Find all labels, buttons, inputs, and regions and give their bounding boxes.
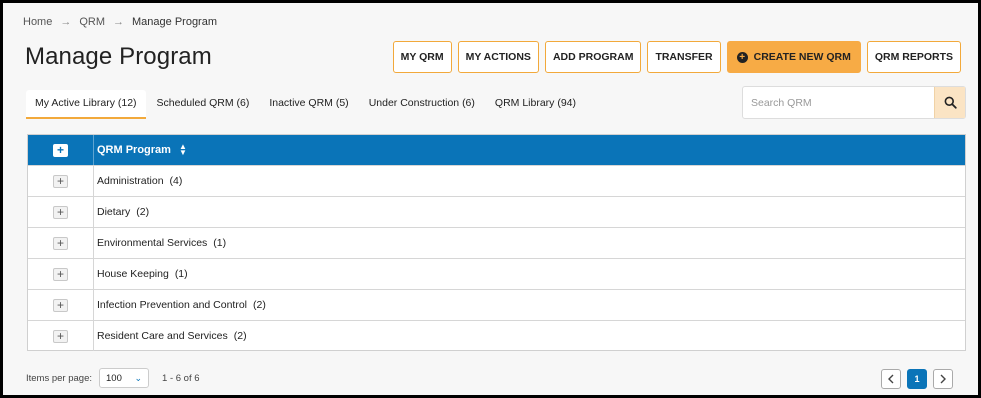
pagination-controls: 1 <box>881 369 953 389</box>
next-page-button[interactable] <box>933 369 953 389</box>
program-name: Administration <box>97 175 164 187</box>
action-toolbar: MY QRM MY ACTIONS ADD PROGRAM TRANSFER +… <box>392 41 961 73</box>
qrm-program-table: + QRM Program ▲ ▼ + Administration (4) + … <box>27 134 966 351</box>
items-per-page-value: 100 <box>106 372 122 384</box>
table-header: + QRM Program ▲ ▼ <box>28 135 965 165</box>
expand-all-button[interactable]: + <box>53 143 68 157</box>
program-name: Resident Care and Services <box>97 330 228 342</box>
create-new-qrm-label: CREATE NEW QRM <box>753 51 851 63</box>
plus-circle-icon: + <box>736 51 748 63</box>
program-name: Environmental Services <box>97 237 208 249</box>
expand-row-button[interactable]: + <box>53 236 68 250</box>
breadcrumb-home[interactable]: Home <box>23 16 52 28</box>
tab-my-active-library[interactable]: My Active Library (12) <box>26 90 146 119</box>
my-actions-button[interactable]: MY ACTIONS <box>457 41 539 73</box>
expand-row-button[interactable]: + <box>53 205 68 219</box>
column-header-label: QRM Program <box>97 144 171 156</box>
search-input[interactable] <box>743 87 934 118</box>
app-frame: Home → QRM → Manage Program Manage Progr… <box>0 0 981 398</box>
program-name: Dietary <box>97 206 131 218</box>
program-name: House Keeping <box>97 268 169 280</box>
expand-row-button[interactable]: + <box>53 267 68 281</box>
tab-scheduled-qrm[interactable]: Scheduled QRM (6) <box>148 90 259 119</box>
table-row: + Resident Care and Services (2) <box>28 320 965 351</box>
program-count: (2) <box>253 299 266 311</box>
tab-inactive-qrm[interactable]: Inactive QRM (5) <box>260 90 357 119</box>
my-qrm-button[interactable]: MY QRM <box>392 41 452 73</box>
table-row: + Infection Prevention and Control (2) <box>28 289 965 320</box>
pagination-info: Items per page: 100 ⌄ 1 - 6 of 6 <box>26 368 200 388</box>
items-per-page-label: Items per page: <box>26 372 93 384</box>
expand-row-button[interactable]: + <box>53 174 68 188</box>
table-row: + Dietary (2) <box>28 196 965 227</box>
chevron-down-icon: ⌄ <box>134 372 143 383</box>
qrm-program-column-header[interactable]: QRM Program ▲ ▼ <box>94 143 187 157</box>
program-count: (2) <box>136 206 150 218</box>
table-row: + Administration (4) <box>28 165 965 196</box>
program-count: (4) <box>169 175 183 187</box>
page-title: Manage Program <box>25 43 212 70</box>
library-tabs: My Active Library (12) Scheduled QRM (6)… <box>26 90 585 119</box>
program-name: Infection Prevention and Control <box>97 299 248 311</box>
previous-page-button[interactable] <box>881 369 901 389</box>
arrow-right-icon: → <box>113 16 125 28</box>
sort-icon[interactable]: ▲ ▼ <box>179 143 187 157</box>
tab-under-construction[interactable]: Under Construction (6) <box>360 90 484 119</box>
qrm-reports-button[interactable]: QRM REPORTS <box>866 41 961 73</box>
arrow-right-icon: → <box>60 16 72 28</box>
breadcrumb-qrm[interactable]: QRM <box>79 16 105 28</box>
search-icon <box>944 96 957 109</box>
create-new-qrm-button[interactable]: + CREATE NEW QRM <box>726 41 861 73</box>
search-box <box>742 86 966 119</box>
expand-row-button[interactable]: + <box>53 329 68 343</box>
chevron-left-icon <box>888 374 894 384</box>
tab-qrm-library[interactable]: QRM Library (94) <box>486 90 585 119</box>
table-row: + Environmental Services (1) <box>28 227 965 258</box>
chevron-right-icon <box>940 374 946 384</box>
program-count: (2) <box>233 330 247 342</box>
page-number-button[interactable]: 1 <box>907 369 927 389</box>
add-program-button[interactable]: ADD PROGRAM <box>544 41 642 73</box>
items-per-page-select[interactable]: 100 ⌄ <box>99 368 150 388</box>
program-count: (1) <box>213 237 227 249</box>
search-button[interactable] <box>934 87 965 118</box>
transfer-button[interactable]: TRANSFER <box>647 41 721 73</box>
pagination-range: 1 - 6 of 6 <box>162 372 200 384</box>
table-row: + House Keeping (1) <box>28 258 965 289</box>
breadcrumb-current: Manage Program <box>132 16 218 28</box>
program-count: (1) <box>174 268 188 280</box>
expand-all-cell: + <box>28 135 94 165</box>
expand-row-button[interactable]: + <box>53 298 68 312</box>
breadcrumb: Home → QRM → Manage Program <box>23 16 217 28</box>
